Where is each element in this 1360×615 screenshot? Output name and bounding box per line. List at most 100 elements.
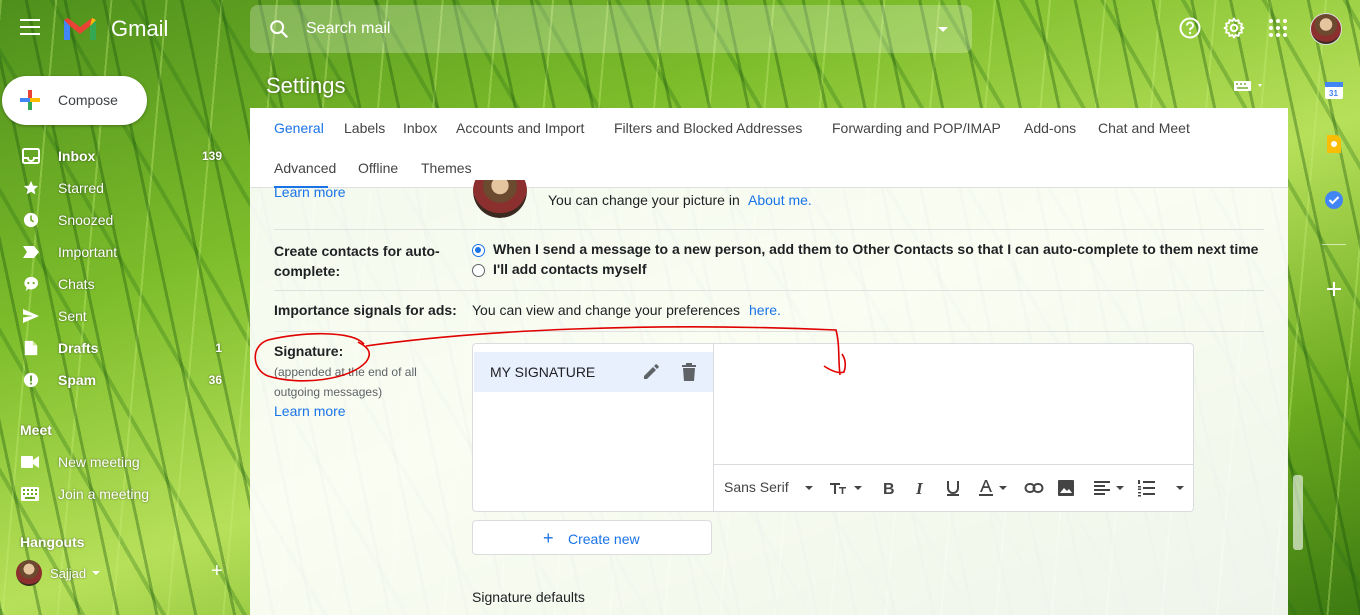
inbox-icon <box>22 148 40 164</box>
contacts-auto-radio[interactable] <box>472 244 485 257</box>
input-tools-icon[interactable] <box>1234 80 1268 92</box>
chevron-down-icon[interactable] <box>1116 486 1124 490</box>
clock-icon <box>23 212 39 228</box>
font-select[interactable]: Sans Serif <box>724 479 789 495</box>
ads-here-link[interactable]: here. <box>749 302 781 318</box>
search-bar[interactable] <box>250 5 972 53</box>
help-icon[interactable] <box>1178 16 1202 40</box>
gmail-logo-icon[interactable] <box>62 16 98 42</box>
sidebar-item-important[interactable]: Important <box>0 236 250 268</box>
chevron-down-icon[interactable] <box>999 486 1007 490</box>
text-color-icon[interactable] <box>976 478 996 498</box>
chat-icon <box>24 276 39 292</box>
numbered-list-icon[interactable] <box>1136 478 1156 498</box>
link-icon[interactable] <box>1024 478 1044 498</box>
tab-inbox[interactable]: Inbox <box>403 120 437 136</box>
create-new-label: Create new <box>568 531 640 547</box>
underline-icon[interactable] <box>943 478 963 498</box>
ads-label: Importance signals for ads: <box>274 302 457 318</box>
signature-learn-more-link[interactable]: Learn more <box>274 403 346 419</box>
sidebar-item-label: Starred <box>58 180 104 196</box>
signature-label: Signature: <box>274 343 344 359</box>
contacts-manual-radio[interactable] <box>472 264 485 277</box>
sidebar-item-snoozed[interactable]: Snoozed <box>0 204 250 236</box>
tab-advanced[interactable]: Advanced <box>274 160 336 176</box>
page-title: Settings <box>266 73 346 98</box>
tab-forwarding[interactable]: Forwarding and POP/IMAP <box>832 120 1001 136</box>
create-new-signature-button[interactable]: + Create new <box>472 520 712 555</box>
tab-accounts-and-import[interactable]: Accounts and Import <box>456 120 584 136</box>
sidebar-item-inbox[interactable]: Inbox 139 <box>0 140 250 172</box>
tab-add-ons[interactable]: Add-ons <box>1024 120 1076 136</box>
rail-divider <box>1322 244 1346 245</box>
add-icon[interactable]: + <box>211 560 223 583</box>
chevron-down-icon[interactable] <box>805 486 813 490</box>
keyboard-icon <box>21 487 39 501</box>
picture-help-text: You can change your picture in <box>548 192 740 208</box>
picture-learn-more-link[interactable]: Learn more <box>274 184 346 200</box>
italic-icon[interactable]: I <box>911 478 931 498</box>
settings-scrollbar[interactable] <box>1293 475 1303 550</box>
chevron-down-icon[interactable] <box>854 486 862 490</box>
tab-chat-and-meet[interactable]: Chat and Meet <box>1098 120 1190 136</box>
text-size-icon[interactable] <box>828 478 848 498</box>
contacts-auto-option[interactable]: When I send a message to a new person, a… <box>493 241 1258 257</box>
top-bar: Gmail <box>0 0 1360 58</box>
sidebar-nav: Inbox 139 Starred Snoozed Important Chat… <box>0 140 250 396</box>
new-meeting-item[interactable]: New meeting <box>0 448 250 478</box>
about-me-link[interactable]: About me. <box>748 192 812 208</box>
keep-icon[interactable] <box>1324 134 1344 154</box>
row-divider <box>274 229 1264 230</box>
align-icon[interactable] <box>1092 478 1112 498</box>
signature-defaults-title: Signature defaults <box>472 589 585 605</box>
settings-tabs: General Labels Inbox Accounts and Import… <box>250 108 1288 188</box>
sidebar-item-sent[interactable]: Sent <box>0 300 250 332</box>
tab-general[interactable]: General <box>274 120 324 136</box>
sidebar-item-drafts[interactable]: Drafts 1 <box>0 332 250 364</box>
account-avatar[interactable] <box>1310 13 1342 45</box>
trash-icon[interactable] <box>680 362 698 382</box>
tab-themes[interactable]: Themes <box>421 160 472 176</box>
hangouts-avatar <box>16 560 42 586</box>
svg-text:B: B <box>883 481 895 498</box>
search-icon[interactable] <box>268 18 290 40</box>
signature-list-item[interactable]: MY SIGNATURE <box>474 352 713 392</box>
calendar-icon[interactable]: 31 <box>1324 80 1344 100</box>
chevron-down-icon[interactable] <box>92 571 100 575</box>
more-formatting-icon[interactable] <box>1176 486 1184 490</box>
signature-text-area[interactable] <box>714 344 1193 464</box>
tab-offline[interactable]: Offline <box>358 160 398 176</box>
svg-text:31: 31 <box>1329 89 1338 98</box>
contacts-manual-option[interactable]: I'll add contacts myself <box>493 261 647 277</box>
compose-button[interactable]: Compose <box>2 76 147 125</box>
sidebar-item-label: Inbox <box>58 148 96 164</box>
formatting-toolbar: Sans Serif B I <box>714 464 1193 511</box>
sidebar-item-count: 36 <box>208 373 222 387</box>
edit-pencil-icon[interactable] <box>642 363 660 381</box>
apps-grid-icon[interactable] <box>1266 16 1290 40</box>
image-icon[interactable] <box>1056 478 1076 498</box>
important-icon <box>23 246 39 258</box>
tasks-icon[interactable] <box>1324 190 1344 210</box>
sidebar-item-chats[interactable]: Chats <box>0 268 250 300</box>
bold-icon[interactable]: B <box>879 478 899 498</box>
tab-filters[interactable]: Filters and Blocked Addresses <box>614 120 802 136</box>
gear-icon[interactable] <box>1222 16 1246 40</box>
main-menu-icon[interactable] <box>20 19 40 35</box>
add-addon-icon[interactable] <box>1324 279 1344 299</box>
hangouts-user[interactable]: Sajjad + <box>16 560 246 588</box>
search-input[interactable] <box>306 15 906 43</box>
search-options-icon[interactable] <box>938 27 948 32</box>
tab-labels[interactable]: Labels <box>344 120 385 136</box>
join-meeting-item[interactable]: Join a meeting <box>0 480 250 510</box>
sidebar-item-spam[interactable]: Spam 36 <box>0 364 250 396</box>
sidebar-item-starred[interactable]: Starred <box>0 172 250 204</box>
svg-text:I: I <box>915 479 924 498</box>
plus-icon: + <box>543 528 554 548</box>
compose-label: Compose <box>58 92 118 108</box>
sidebar-item-label: Important <box>58 244 118 260</box>
sidebar-item-label: Drafts <box>58 340 99 356</box>
row-divider <box>274 290 1264 291</box>
app-name[interactable]: Gmail <box>111 16 168 42</box>
sidebar-item-label: Chats <box>58 276 95 292</box>
